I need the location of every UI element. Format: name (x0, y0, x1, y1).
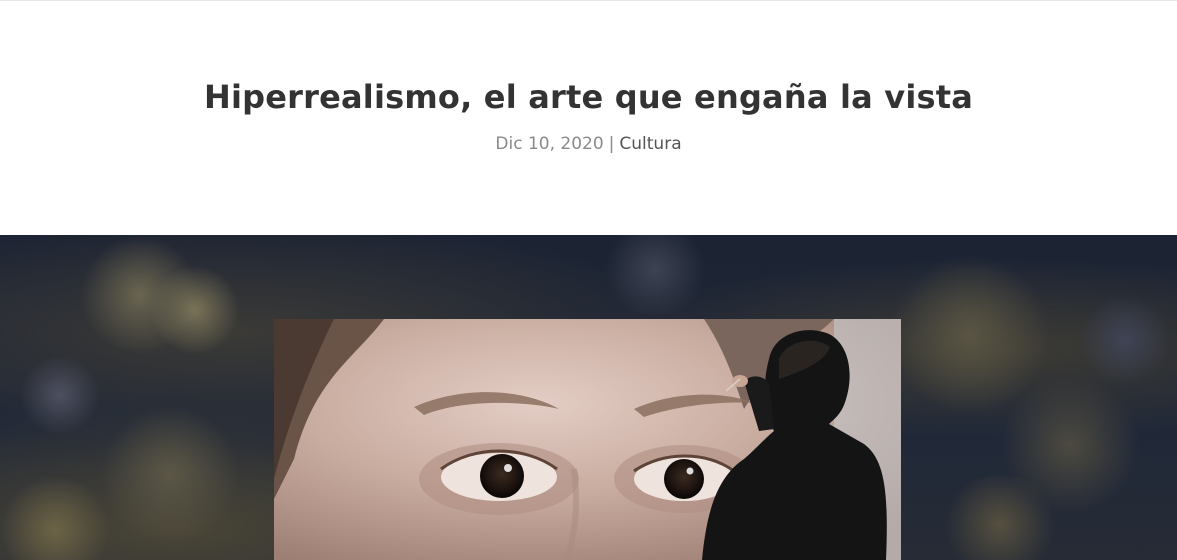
bokeh-light (150, 265, 240, 355)
bokeh-light (0, 475, 110, 560)
painting-illustration (274, 319, 901, 560)
category-link[interactable]: Cultura (619, 134, 681, 154)
post-meta: Dic 10, 2020 | Cultura (0, 133, 1177, 155)
hero-image (0, 235, 1177, 560)
bokeh-light (20, 355, 100, 435)
meta-separator: | (608, 134, 615, 154)
bokeh-light (600, 235, 710, 315)
bokeh-light (100, 405, 240, 545)
post-date: Dic 10, 2020 (495, 134, 604, 154)
painting-image (274, 319, 901, 560)
post-header: Hiperrealismo, el arte que engaña la vis… (0, 0, 1177, 235)
bokeh-light (1080, 295, 1170, 385)
post-title: Hiperrealismo, el arte que engaña la vis… (203, 78, 974, 116)
